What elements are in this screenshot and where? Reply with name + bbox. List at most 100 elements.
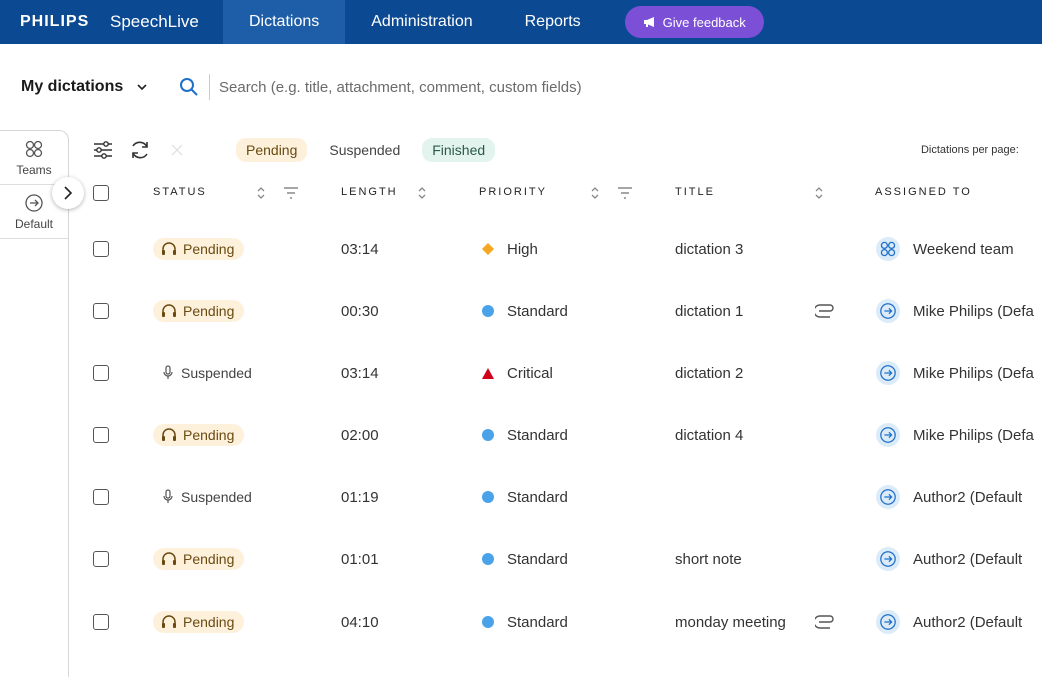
sort-icon[interactable] [417,185,427,201]
row-checkbox[interactable] [93,427,109,443]
status-label: Pending [183,551,235,567]
nav-administration[interactable]: Administration [345,0,498,44]
table-row[interactable]: Pending 04:10 Standard monday meeting Au… [80,591,1042,653]
title-cell: dictation 2 [675,364,744,382]
table-header: STATUS LENGTH PRIORITY TITLE ASSIGNED TO [80,175,1042,211]
status-label: Suspended [181,489,252,505]
assigned-to-cell: Author2 (Default [876,466,1022,528]
table-row[interactable]: Pending 01:01 Standard short note Author… [80,528,1042,590]
give-feedback-label: Give feedback [662,14,746,30]
status-cell: Pending [153,404,245,466]
default-workflow-icon [880,614,896,630]
status-badge: Pending [153,424,245,446]
title-cell: short note [675,550,742,568]
headphones-icon [162,242,176,255]
refresh-icon[interactable] [129,139,151,161]
sort-icon[interactable] [814,185,824,201]
filter-chip-pending[interactable]: Pending [236,138,308,162]
row-checkbox[interactable] [93,614,109,630]
table-row[interactable]: Suspended 01:19 Standard Author2 (Defaul… [80,466,1042,528]
filter-chip-finished[interactable]: Finished [422,138,496,162]
search-icon[interactable] [179,77,199,97]
column-header-status: STATUS [153,186,207,198]
table-row[interactable]: Pending 02:00 Standard dictation 4 Mike … [80,404,1042,466]
assignee-name: Author2 (Default [913,488,1023,506]
title-cell: dictation 4 [675,426,744,444]
priority-label: Standard [507,613,568,631]
table-row[interactable]: Suspended 03:14 Critical dictation 2 Mik… [80,342,1042,404]
product-name: SpeechLive [110,12,199,31]
clear-filter-icon[interactable] [166,139,188,161]
sort-icon[interactable] [256,185,266,201]
assignee-avatar [876,547,900,571]
column-label: STATUS [153,186,207,198]
brand-logo: PHILIPS [20,13,90,30]
column-label: TITLE [675,186,715,198]
row-checkbox[interactable] [93,365,109,381]
megaphone-icon [643,17,654,27]
row-checkbox[interactable] [93,551,109,567]
status-cell: Pending [153,280,245,342]
status-badge: Pending [153,238,245,260]
column-header-length: LENGTH [341,186,398,198]
priority-standard-icon [482,616,494,628]
table-row[interactable]: Pending 00:30 Standard dictation 1 Mike … [80,280,1042,342]
table-row[interactable]: Pending 03:14 High dictation 3 Weekend t… [80,218,1042,280]
nav-reports[interactable]: Reports [499,0,607,44]
assignee-name: Weekend team [913,240,1014,258]
filter-icon[interactable] [283,187,299,199]
priority-standard-icon [482,305,494,317]
scope-label: My dictations [21,78,124,95]
row-checkbox[interactable] [93,303,109,319]
top-navigation-bar: PHILIPS SpeechLive Dictations Administra… [0,0,1042,44]
workflow-side-panel: Teams Default [0,130,69,677]
priority-cell: Standard [481,466,568,528]
sort-icon[interactable] [590,185,600,201]
column-label: LENGTH [341,186,398,198]
column-header-assigned-to: ASSIGNED TO [875,186,972,198]
assigned-to-cell: Author2 (Default [876,591,1022,653]
headphones-icon [162,304,176,317]
sidebar-item-teams[interactable]: Teams [0,131,68,185]
scope-dropdown[interactable]: My dictations [21,78,179,96]
status-badge: Pending [153,300,245,322]
status-cell: Suspended [153,466,252,528]
assigned-to-cell: Mike Philips (Defa [876,404,1034,466]
priority-standard-icon [482,429,494,441]
filter-chip-suspended[interactable]: Suspended [319,138,410,162]
assignee-avatar [876,610,900,634]
select-all-checkbox[interactable] [93,185,109,201]
priority-cell: Critical [481,342,553,404]
search-row: My dictations [0,44,1042,130]
nav-dictations[interactable]: Dictations [223,0,346,44]
priority-cell: Standard [481,404,568,466]
assignee-name: Mike Philips (Defa [913,364,1034,382]
attachment-icon[interactable] [815,615,835,629]
status-label: Pending [183,241,235,257]
column-settings-icon[interactable] [92,139,114,161]
default-workflow-icon [880,489,896,505]
column-label: ASSIGNED TO [875,186,972,198]
column-header-title: TITLE [675,186,715,198]
search-input[interactable] [219,78,819,96]
default-workflow-icon [880,427,896,443]
status-label: Pending [183,614,235,630]
attachment-icon[interactable] [815,304,835,318]
filter-icon[interactable] [617,187,633,199]
status-cell: Pending [153,528,245,590]
assignee-name: Mike Philips (Defa [913,426,1034,444]
dictations-per-page[interactable]: Dictations per page: 1 [921,144,1042,156]
give-feedback-button[interactable]: Give feedback [624,6,764,38]
default-workflow-icon [880,365,896,381]
row-checkbox[interactable] [93,241,109,257]
priority-cell: Standard [481,528,568,590]
status-badge: Suspended [153,365,252,381]
assignee-avatar [876,237,900,261]
assigned-to-cell: Weekend team [876,218,1014,280]
length-cell: 03:14 [341,240,379,258]
assignee-name: Mike Philips (Defa [913,302,1034,320]
assignee-avatar [876,485,900,509]
status-cell: Suspended [153,342,252,404]
row-checkbox[interactable] [93,489,109,505]
search-divider [209,74,210,100]
